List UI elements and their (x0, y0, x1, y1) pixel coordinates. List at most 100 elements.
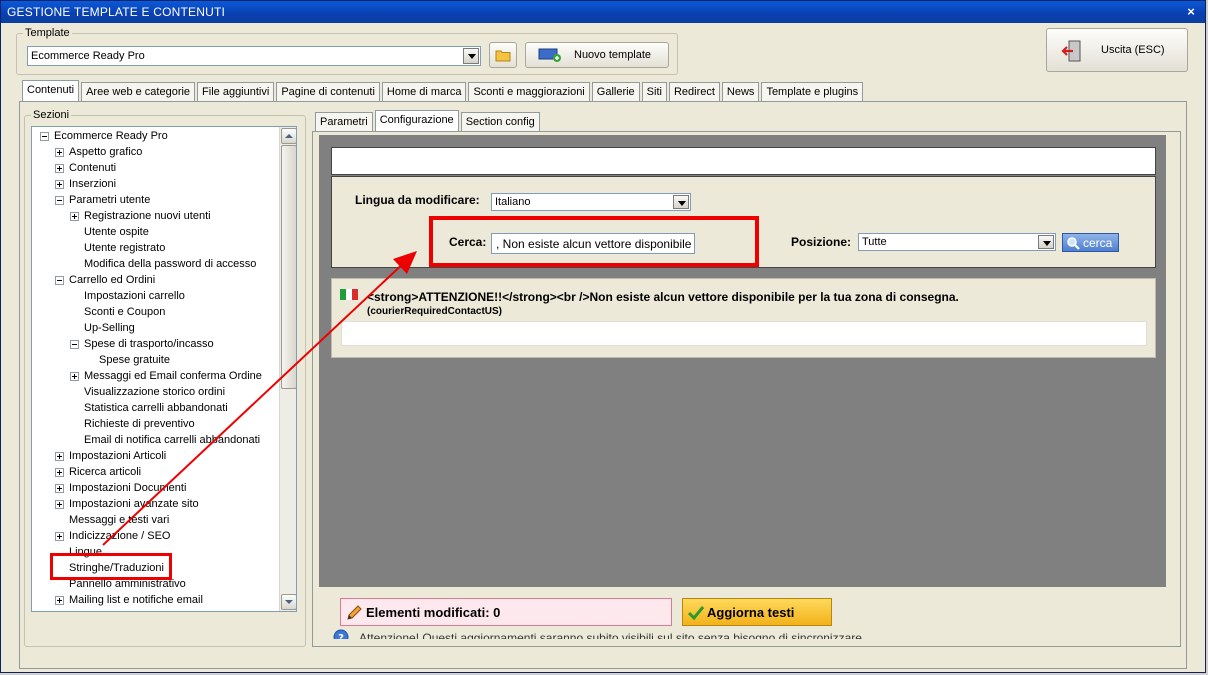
highlight-search-box (429, 216, 759, 267)
tree-item-label: Indicizzazione / SEO (69, 530, 171, 542)
tab-gallerie[interactable]: Gallerie (591, 82, 640, 102)
title-bar: GESTIONE TEMPLATE E CONTENUTI × (1, 1, 1205, 23)
lingua-label: Lingua da modificare: (355, 193, 480, 207)
template-group: Template Ecommerce Ready Pro Nuovo templ… (16, 27, 678, 75)
tab-sconti[interactable]: Sconti e maggiorazioni (468, 82, 590, 102)
exit-door-icon (1061, 40, 1081, 62)
add-template-icon (538, 48, 561, 62)
window-client: Template Ecommerce Ready Pro Nuovo templ… (5, 23, 1201, 669)
tree-item-label: Spese gratuite (99, 354, 170, 366)
tab-pagine-contenuti[interactable]: Pagine di contenuti (276, 82, 380, 102)
tab-section-config[interactable]: Section config (460, 112, 540, 132)
expand-icon[interactable] (55, 468, 64, 477)
expand-icon[interactable] (55, 532, 64, 541)
chevron-down-icon[interactable] (673, 195, 689, 209)
cerca-button-label: cerca (1083, 236, 1113, 250)
tab-configurazione[interactable]: Configurazione (374, 110, 459, 132)
window-title: GESTIONE TEMPLATE E CONTENUTI (7, 5, 226, 19)
tree-item-label: Mailing list e notifiche email (69, 594, 203, 606)
result-text: <strong>ATTENZIONE!!</strong><br />Non e… (367, 290, 959, 304)
exit-button-label: Uscita (ESC) (1101, 44, 1165, 56)
posizione-select-value: Tutte (862, 236, 887, 248)
scroll-down-button[interactable] (281, 594, 296, 610)
posizione-select[interactable]: Tutte (858, 233, 1056, 251)
new-template-button[interactable]: Nuovo template (525, 42, 669, 68)
tree-item-label: Impostazioni carrello (84, 290, 185, 302)
tree-item-label: Sconti e Coupon (84, 306, 166, 318)
sections-tree[interactable]: Ecommerce Ready Pro Aspetto grafico Conten… (31, 126, 297, 612)
result-key: (courierRequiredContactUS) (367, 306, 503, 317)
update-texts-button[interactable]: Aggiorna testi (682, 598, 832, 626)
expand-icon[interactable] (55, 500, 64, 509)
expand-icon[interactable] (55, 148, 64, 157)
expand-icon[interactable] (70, 372, 79, 381)
expand-icon[interactable] (55, 484, 64, 493)
arrow-down-icon (285, 600, 293, 604)
tree-item-label: Impostazioni avanzate sito (69, 498, 199, 510)
tab-home-marca[interactable]: Home di marca (381, 82, 467, 102)
template-select-value: Ecommerce Ready Pro (31, 50, 145, 62)
template-select[interactable]: Ecommerce Ready Pro (27, 46, 481, 66)
tab-parametri[interactable]: Parametri (315, 112, 373, 132)
tree-item-label: Email di notifica carrelli abbandonati (84, 434, 261, 446)
close-icon[interactable]: × (1187, 1, 1195, 23)
tree-item-label: Messaggi e testi vari (69, 514, 170, 526)
cerca-button[interactable]: cerca (1062, 233, 1119, 252)
warning-row: ? Attenzione! Questi aggiornamenti saran… (331, 627, 1167, 639)
tree-item-label: Ricerca articoli (69, 466, 142, 478)
tree-item-label: Utente ospite (84, 226, 149, 238)
result-textarea[interactable] (341, 321, 1147, 346)
tab-aree-web[interactable]: Aree web e categorie (81, 82, 196, 102)
tree-item-label: Ecommerce Ready Pro (54, 130, 168, 142)
tree-item-label: Up-Selling (84, 322, 135, 334)
chevron-down-icon[interactable] (463, 48, 479, 64)
update-texts-label: Aggiorna testi (707, 605, 795, 620)
modified-counter: Elementi modificati: 0 (340, 598, 672, 626)
tab-template-plugins[interactable]: Template e plugins (761, 82, 864, 102)
expand-icon[interactable] (55, 452, 64, 461)
tree-scrollbar[interactable] (279, 127, 296, 611)
sub-tab-bar: Parametri Configurazione Section config (315, 110, 542, 132)
lingua-select[interactable]: Italiano (491, 193, 691, 211)
highlight-tree-item (50, 553, 172, 580)
tab-file-aggiuntivi[interactable]: File aggiuntivi (197, 82, 275, 102)
tree-item-label: Impostazioni Documenti (69, 482, 187, 494)
tab-news[interactable]: News (721, 82, 760, 102)
tab-redirect[interactable]: Redirect (668, 82, 720, 102)
exit-button[interactable]: Uscita (ESC) (1046, 28, 1188, 72)
expand-icon[interactable] (70, 212, 79, 221)
expand-icon[interactable] (55, 180, 64, 189)
posizione-label: Posizione: (791, 235, 852, 249)
chevron-down-icon[interactable] (1038, 235, 1054, 249)
sections-legend: Sezioni (31, 109, 72, 121)
tab-siti[interactable]: Siti (641, 82, 667, 102)
info-icon: ? (333, 629, 349, 639)
expand-icon[interactable] (55, 596, 64, 605)
scroll-thumb[interactable] (281, 145, 296, 389)
main-tab-bar: Contenuti Aree web e categorie File aggi… (22, 80, 865, 102)
pencil-icon (347, 605, 362, 620)
open-folder-button[interactable] (489, 42, 517, 68)
collapse-icon[interactable] (55, 276, 64, 285)
arrow-up-icon (285, 134, 293, 138)
tree-item-label: Spese di trasporto/incasso (84, 338, 214, 350)
tab-contenuti[interactable]: Contenuti (22, 80, 80, 102)
main-window: GESTIONE TEMPLATE E CONTENUTI × Template… (0, 0, 1206, 673)
tree-item-label: Impostazioni Articoli (69, 450, 167, 462)
collapse-icon[interactable] (55, 196, 64, 205)
tree-item-label: Parametri utente (69, 194, 151, 206)
collapse-icon[interactable] (40, 132, 49, 141)
tree-item-label: Utente registrato (84, 242, 166, 254)
expand-icon[interactable] (55, 164, 64, 173)
warning-text: Attenzione! Questi aggiornamenti saranno… (359, 631, 862, 639)
tree-item-label: Contenuti (69, 162, 117, 174)
template-legend: Template (23, 27, 72, 39)
tree-item-label: Aspetto grafico (69, 146, 143, 158)
folder-icon (495, 50, 511, 62)
italian-flag-icon (340, 289, 358, 300)
modified-counter-label: Elementi modificati: 0 (366, 605, 501, 620)
scroll-up-button[interactable] (281, 128, 296, 144)
tree-item-label: Richieste di preventivo (84, 418, 195, 430)
new-template-label: Nuovo template (574, 49, 652, 61)
collapse-icon[interactable] (70, 340, 79, 349)
